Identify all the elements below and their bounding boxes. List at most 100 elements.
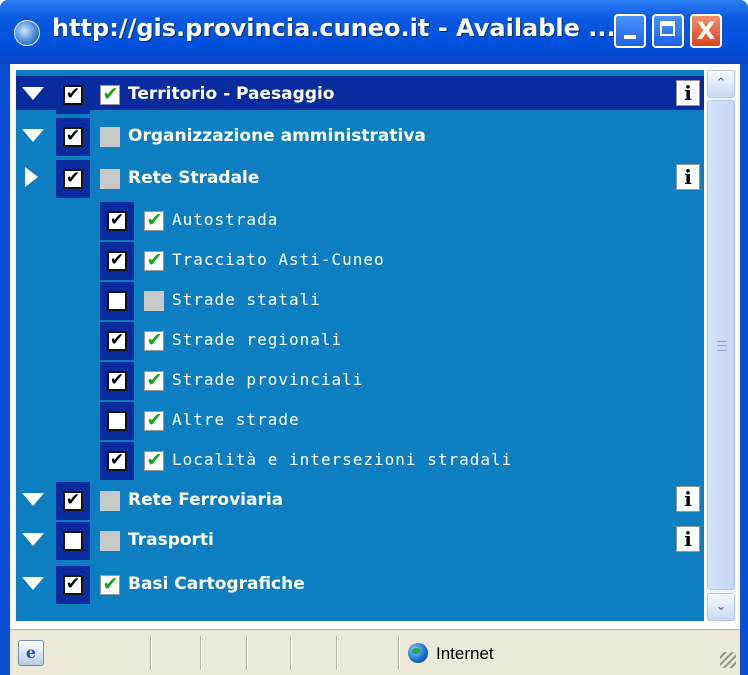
layer-checkbox[interactable] — [107, 411, 127, 431]
layer-checkbox-cell: ✔ — [100, 362, 134, 400]
status-separator — [246, 636, 248, 670]
layer-checkbox[interactable]: ✔ — [63, 84, 83, 105]
checkmark-icon: ✔ — [109, 210, 125, 230]
collapse-arrow-icon[interactable] — [22, 129, 44, 142]
layer-label: Trasporti — [128, 530, 214, 550]
visibility-checkbox[interactable] — [144, 291, 164, 311]
layer-checkbox-cell: ✔ — [100, 322, 134, 360]
status-bar: e Internet — [10, 629, 740, 675]
green-checkmark-icon: ✔ — [102, 573, 119, 595]
collapse-arrow-icon[interactable] — [22, 87, 44, 100]
visibility-checkbox[interactable]: ✔ — [144, 209, 164, 231]
scroll-up-button[interactable]: ⌃ — [707, 70, 735, 98]
status-separator — [398, 636, 400, 670]
layer-checkbox[interactable] — [63, 531, 83, 551]
layer-label: Strade statali — [172, 290, 321, 309]
layer-item-row[interactable]: ✔ Altre strade — [16, 402, 704, 440]
layer-group-row[interactable]: ✔ Rete Stradale i — [16, 160, 704, 198]
visibility-checkbox[interactable] — [100, 531, 120, 551]
checkmark-icon: ✔ — [109, 370, 125, 390]
layer-label: Basi Cartografiche — [128, 574, 305, 594]
vertical-scrollbar[interactable]: ⌃ ⌄ — [706, 70, 736, 621]
green-checkmark-icon: ✔ — [146, 409, 163, 431]
visibility-checkbox[interactable]: ✔ — [100, 83, 120, 105]
layer-checkbox[interactable]: ✔ — [63, 490, 83, 511]
info-icon[interactable]: i — [676, 486, 700, 512]
layer-group-row[interactable]: ✔ ✔ Basi Cartografiche — [16, 566, 704, 604]
green-checkmark-icon: ✔ — [146, 329, 163, 351]
layer-checkbox-cell: ✔ — [56, 566, 90, 604]
layer-label: Rete Stradale — [128, 168, 260, 188]
layer-item-row[interactable]: Strade statali — [16, 282, 704, 320]
layer-checkbox-cell — [56, 522, 90, 560]
page-status-icon: e — [18, 640, 44, 666]
maximize-button[interactable] — [652, 14, 684, 48]
window-title: http://gis.provincia.cuneo.it - Availabl… — [52, 14, 616, 42]
scroll-down-button[interactable]: ⌄ — [707, 593, 735, 621]
checkmark-icon: ✔ — [65, 490, 81, 510]
visibility-checkbox[interactable] — [100, 127, 120, 147]
collapse-arrow-icon[interactable] — [22, 533, 44, 546]
layer-item-row[interactable]: ✔ ✔ Strade regionali — [16, 322, 704, 360]
visibility-checkbox[interactable]: ✔ — [144, 369, 164, 391]
checkmark-icon: ✔ — [109, 250, 125, 270]
checkmark-icon: ✔ — [65, 574, 81, 594]
close-button[interactable]: X — [690, 14, 722, 48]
title-bar[interactable]: http://gis.provincia.cuneo.it - Availabl… — [0, 0, 748, 64]
layer-checkbox[interactable]: ✔ — [63, 168, 83, 189]
layer-label: Organizzazione amministrativa — [128, 126, 426, 146]
checkmark-icon: ✔ — [109, 330, 125, 350]
layer-group-row[interactable]: ✔ Rete Ferroviaria i — [16, 482, 704, 520]
layer-item-row[interactable]: ✔ ✔ Località e intersezioni stradali — [16, 442, 704, 480]
scroll-thumb[interactable] — [707, 100, 735, 590]
layer-checkbox-cell: ✔ — [56, 160, 90, 198]
collapse-arrow-icon[interactable] — [22, 577, 44, 590]
visibility-checkbox[interactable]: ✔ — [144, 409, 164, 431]
security-zone-label: Internet — [436, 644, 494, 663]
layer-checkbox[interactable]: ✔ — [107, 370, 127, 391]
visibility-checkbox[interactable] — [100, 169, 120, 189]
layer-group-row[interactable]: ✔ ✔ Territorio - Paesaggio i — [16, 76, 704, 114]
minimize-button[interactable] — [614, 14, 646, 48]
layer-label: Località e intersezioni stradali — [172, 450, 513, 469]
layer-checkbox-cell — [100, 402, 134, 440]
layer-label: Rete Ferroviaria — [128, 490, 284, 510]
layer-checkbox[interactable] — [107, 291, 127, 311]
visibility-checkbox[interactable]: ✔ — [144, 449, 164, 471]
layer-group-row[interactable]: ✔ Organizzazione amministrativa — [16, 118, 704, 156]
layer-checkbox-cell — [100, 282, 134, 320]
info-icon[interactable]: i — [676, 164, 700, 190]
expand-arrow-icon[interactable] — [25, 167, 38, 187]
visibility-checkbox[interactable]: ✔ — [144, 329, 164, 351]
close-icon: X — [696, 17, 716, 45]
visibility-checkbox[interactable]: ✔ — [144, 249, 164, 271]
status-separator — [150, 636, 152, 670]
internet-zone-icon — [408, 643, 428, 663]
collapse-arrow-icon[interactable] — [22, 493, 44, 506]
layer-checkbox[interactable]: ✔ — [107, 330, 127, 351]
green-checkmark-icon: ✔ — [102, 83, 119, 105]
resize-grip-icon[interactable] — [720, 652, 736, 668]
info-icon[interactable]: i — [676, 80, 700, 106]
checkmark-icon: ✔ — [65, 126, 81, 146]
layer-checkbox[interactable]: ✔ — [107, 450, 127, 471]
maximize-icon — [660, 21, 675, 36]
ie-page-icon — [14, 20, 40, 46]
layer-item-row[interactable]: ✔ ✔ Autostrada — [16, 202, 704, 240]
layer-group-row[interactable]: Trasporti i — [16, 522, 704, 560]
checkmark-icon: ✔ — [65, 168, 81, 188]
layer-checkbox[interactable]: ✔ — [107, 250, 127, 271]
layer-item-row[interactable]: ✔ ✔ Strade provinciali — [16, 362, 704, 400]
visibility-checkbox[interactable] — [100, 491, 120, 511]
layer-label: Altre strade — [172, 410, 300, 429]
green-checkmark-icon: ✔ — [146, 249, 163, 271]
layer-checkbox[interactable]: ✔ — [63, 126, 83, 147]
visibility-checkbox[interactable]: ✔ — [100, 573, 120, 595]
layer-checkbox-cell: ✔ — [100, 442, 134, 480]
info-icon[interactable]: i — [676, 526, 700, 552]
layer-checkbox[interactable]: ✔ — [63, 574, 83, 595]
layer-checkbox[interactable]: ✔ — [107, 210, 127, 231]
layer-item-row[interactable]: ✔ ✔ Tracciato Asti-Cuneo — [16, 242, 704, 280]
layer-label: Strade provinciali — [172, 370, 364, 389]
window-content: ✔ ✔ Territorio - Paesaggio i ✔ Organizzazione… — [10, 64, 740, 629]
